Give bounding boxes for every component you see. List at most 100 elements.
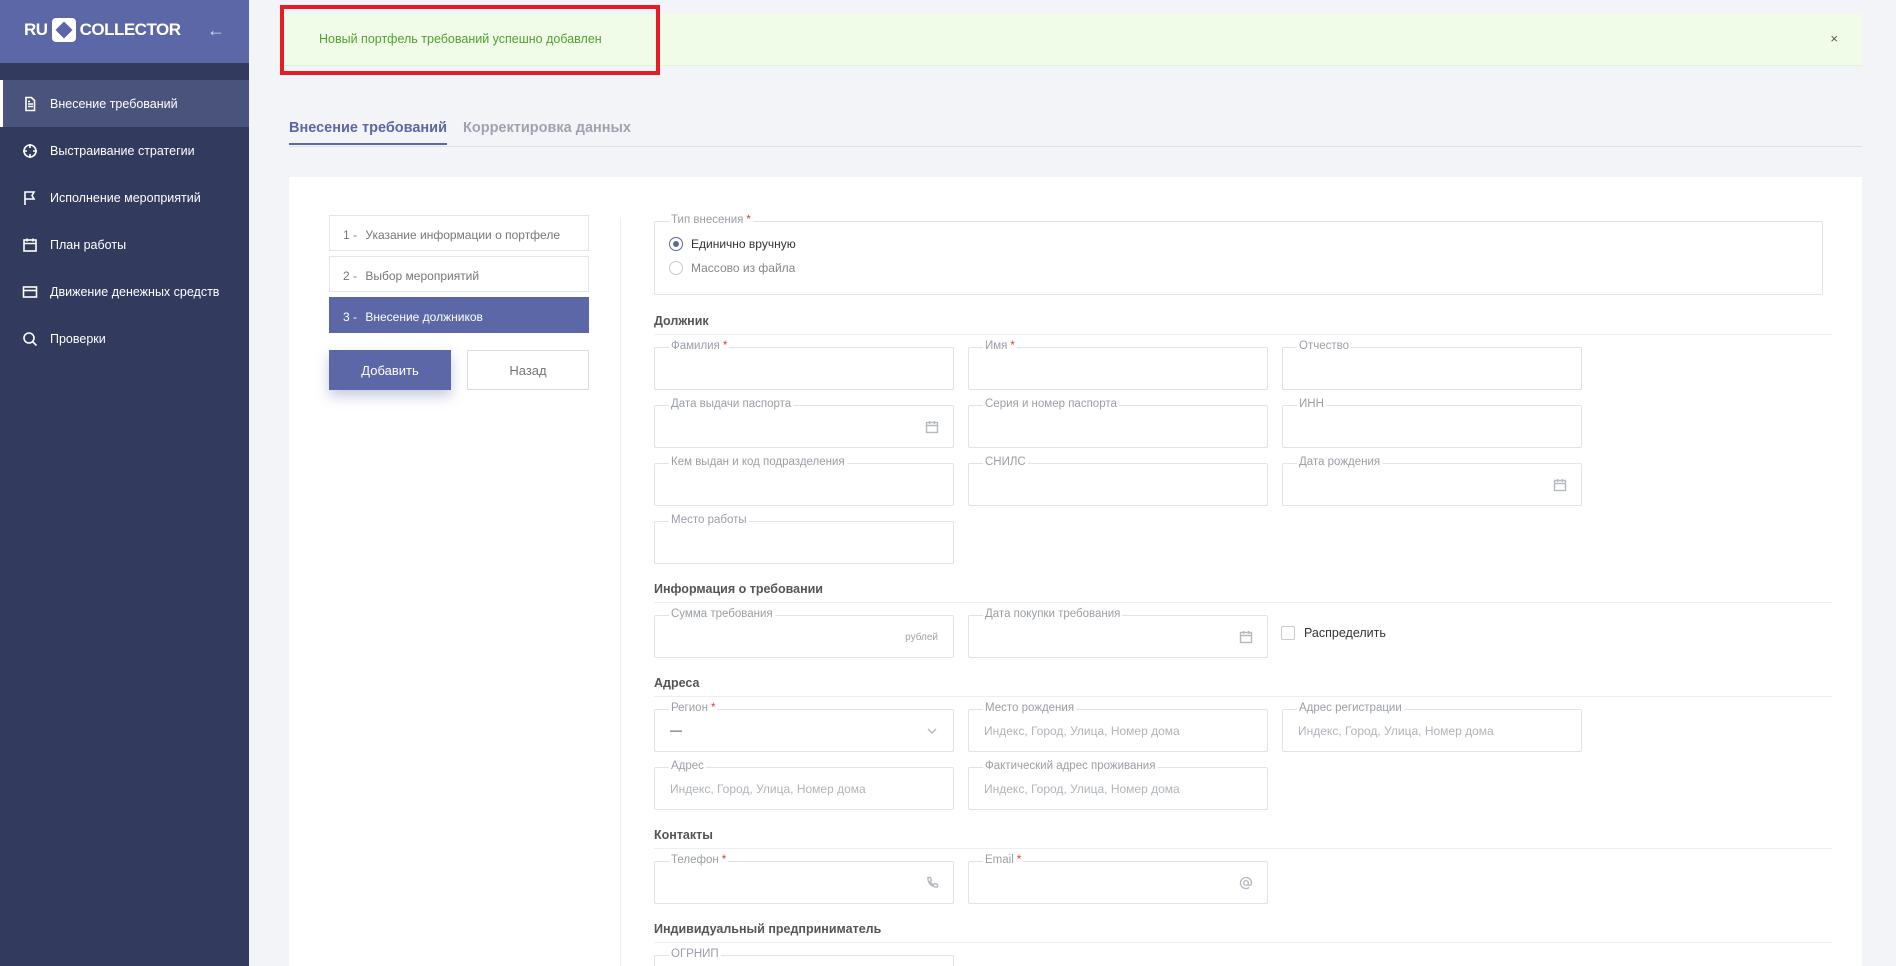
field-label: Отчество [1297, 340, 1351, 352]
workplace-field[interactable]: Место работы [654, 514, 954, 564]
sidebar-nav: Внесение требований Выстраивание стратег… [0, 80, 249, 362]
calendar-icon[interactable] [925, 420, 939, 434]
sidebar-item-strategy[interactable]: Выстраивание стратегии [0, 127, 249, 174]
sidebar-item-label: Исполнение мероприятий [50, 190, 201, 205]
radio-bulk-file[interactable]: Массово из файла [669, 261, 795, 275]
field-label: Сумма требования [669, 608, 775, 620]
distribute-checkbox[interactable]: Распределить [1281, 626, 1386, 640]
phone-field[interactable]: Телефон * [654, 854, 954, 904]
add-button[interactable]: Добавить [329, 350, 451, 390]
credit-card-icon [22, 284, 38, 300]
placeholder: Индекс, Город, Улица, Номер дома [984, 782, 1180, 796]
birth-place-field[interactable]: Место рождения Индекс, Город, Улица, Ном… [968, 702, 1268, 752]
step-debtors[interactable]: 3 - Внесение должников [329, 297, 589, 333]
close-icon[interactable]: × [1830, 31, 1838, 46]
purchase-date-field[interactable]: Дата покупки требования [968, 608, 1268, 658]
highlight-box [280, 5, 660, 75]
sidebar-item-work-plan[interactable]: План работы [0, 221, 249, 268]
sidebar-item-cash-flow[interactable]: Движение денежных средств [0, 268, 249, 315]
field-label: Фамилия * [669, 340, 730, 352]
sidebar-item-label: Проверки [50, 331, 106, 346]
field-label: Место рождения [983, 702, 1077, 714]
section-debtor: Должник [654, 314, 1832, 335]
flag-icon [22, 190, 38, 206]
field-label: Место работы [669, 514, 749, 526]
back-button[interactable]: Назад [467, 350, 589, 390]
ogrnip-field[interactable]: ОГРНИП [654, 948, 954, 966]
section-contacts: Контакты [654, 828, 1832, 849]
entry-type-label: Тип внесения * [669, 214, 753, 226]
step-activities[interactable]: 2 - Выбор мероприятий [329, 256, 589, 292]
passport-number-field[interactable]: Серия и номер паспорта [968, 398, 1268, 448]
step-number: 1 - [343, 228, 358, 242]
phone-icon [925, 876, 939, 890]
inn-field[interactable]: ИНН [1282, 398, 1582, 448]
radio-label: Единично вручную [691, 237, 796, 251]
birth-date-field[interactable]: Дата рождения [1282, 456, 1582, 506]
field-label: Регион * [669, 702, 718, 714]
field-label: Дата рождения [1297, 456, 1383, 468]
crosshair-icon [22, 143, 38, 159]
chevron-down-icon[interactable] [925, 724, 939, 738]
document-icon [22, 96, 38, 112]
first-name-field[interactable]: Имя * [968, 340, 1268, 390]
patronymic-field[interactable]: Отчество [1282, 340, 1582, 390]
field-label: Телефон * [669, 854, 729, 866]
sidebar-item-claims-entry[interactable]: Внесение требований [0, 80, 249, 127]
section-addresses: Адреса [654, 676, 1832, 697]
sidebar-item-activities[interactable]: Исполнение мероприятий [0, 174, 249, 221]
field-label: Дата покупки требования [983, 608, 1123, 620]
address-field[interactable]: Адрес Индекс, Город, Улица, Номер дома [654, 760, 954, 810]
radio-label: Массово из файла [691, 261, 796, 275]
registration-address-field[interactable]: Адрес регистрации Индекс, Город, Улица, … [1282, 702, 1582, 752]
sidebar-header: RU COLLECTOR ← [0, 0, 249, 63]
section-entrepreneur: Индивидуальный предприниматель [654, 922, 1832, 943]
sidebar-item-label: План работы [50, 237, 127, 252]
at-sign-icon [1239, 876, 1253, 890]
entry-type-group: Тип внесения * Единично вручную Массово и… [654, 214, 1823, 295]
region-select[interactable]: Регион * — [654, 702, 954, 752]
collapse-sidebar-arrow-icon[interactable]: ← [207, 20, 225, 41]
field-label: Адрес [669, 760, 706, 772]
field-label: Email * [983, 854, 1024, 866]
main-card: 1 - Указание информации о портфеле 2 - В… [289, 177, 1862, 966]
step-number: 2 - [343, 269, 358, 283]
step-portfolio-info[interactable]: 1 - Указание информации о портфеле [329, 215, 589, 251]
step-label: Внесение должников [365, 310, 483, 324]
field-label: СНИЛС [983, 456, 1028, 468]
step-label: Выбор мероприятий [365, 269, 480, 283]
placeholder: Индекс, Город, Улица, Номер дома [1298, 724, 1494, 738]
sidebar-item-checks[interactable]: Проверки [0, 315, 249, 362]
region-value: — [670, 723, 682, 737]
sidebar-item-label: Выстраивание стратегии [50, 143, 195, 158]
email-field[interactable]: Email * [968, 854, 1268, 904]
logo[interactable]: RU COLLECTOR [24, 18, 181, 42]
section-claim-info: Информация о требовании [654, 582, 1832, 603]
tab-data-correction[interactable]: Корректировка данных [463, 120, 631, 136]
sidebar-item-label: Движение денежных средств [50, 284, 220, 299]
radio-checked-icon [669, 237, 683, 251]
calendar-icon[interactable] [1553, 478, 1567, 492]
tab-claims-entry[interactable]: Внесение требований [289, 120, 448, 145]
step-number: 3 - [343, 310, 358, 324]
logo-mark-icon [51, 18, 76, 42]
sidebar-item-label: Внесение требований [50, 96, 178, 111]
calendar-icon[interactable] [1239, 630, 1253, 644]
passport-date-field[interactable]: Дата выдачи паспорта [654, 398, 954, 448]
field-label: Фактический адрес проживания [983, 760, 1158, 772]
issued-by-field[interactable]: Кем выдан и код подразделения [654, 456, 954, 506]
calendar-icon [22, 237, 38, 253]
logo-text-left: RU [24, 20, 48, 39]
sidebar: RU COLLECTOR ← Внесение требований Выстр… [0, 0, 249, 966]
radio-unchecked-icon [669, 261, 683, 275]
field-label: Имя * [983, 340, 1017, 352]
snils-field[interactable]: СНИЛС [968, 456, 1268, 506]
field-label: ИНН [1297, 398, 1326, 410]
radio-single-manual[interactable]: Единично вручную [669, 237, 796, 251]
actual-address-field[interactable]: Фактический адрес проживания Индекс, Гор… [968, 760, 1268, 810]
placeholder: Индекс, Город, Улица, Номер дома [670, 782, 866, 796]
field-label: Адрес регистрации [1297, 702, 1404, 714]
field-label: Дата выдачи паспорта [669, 398, 794, 410]
claim-amount-field[interactable]: Сумма требования рублей [654, 608, 954, 658]
last-name-field[interactable]: Фамилия * [654, 340, 954, 390]
